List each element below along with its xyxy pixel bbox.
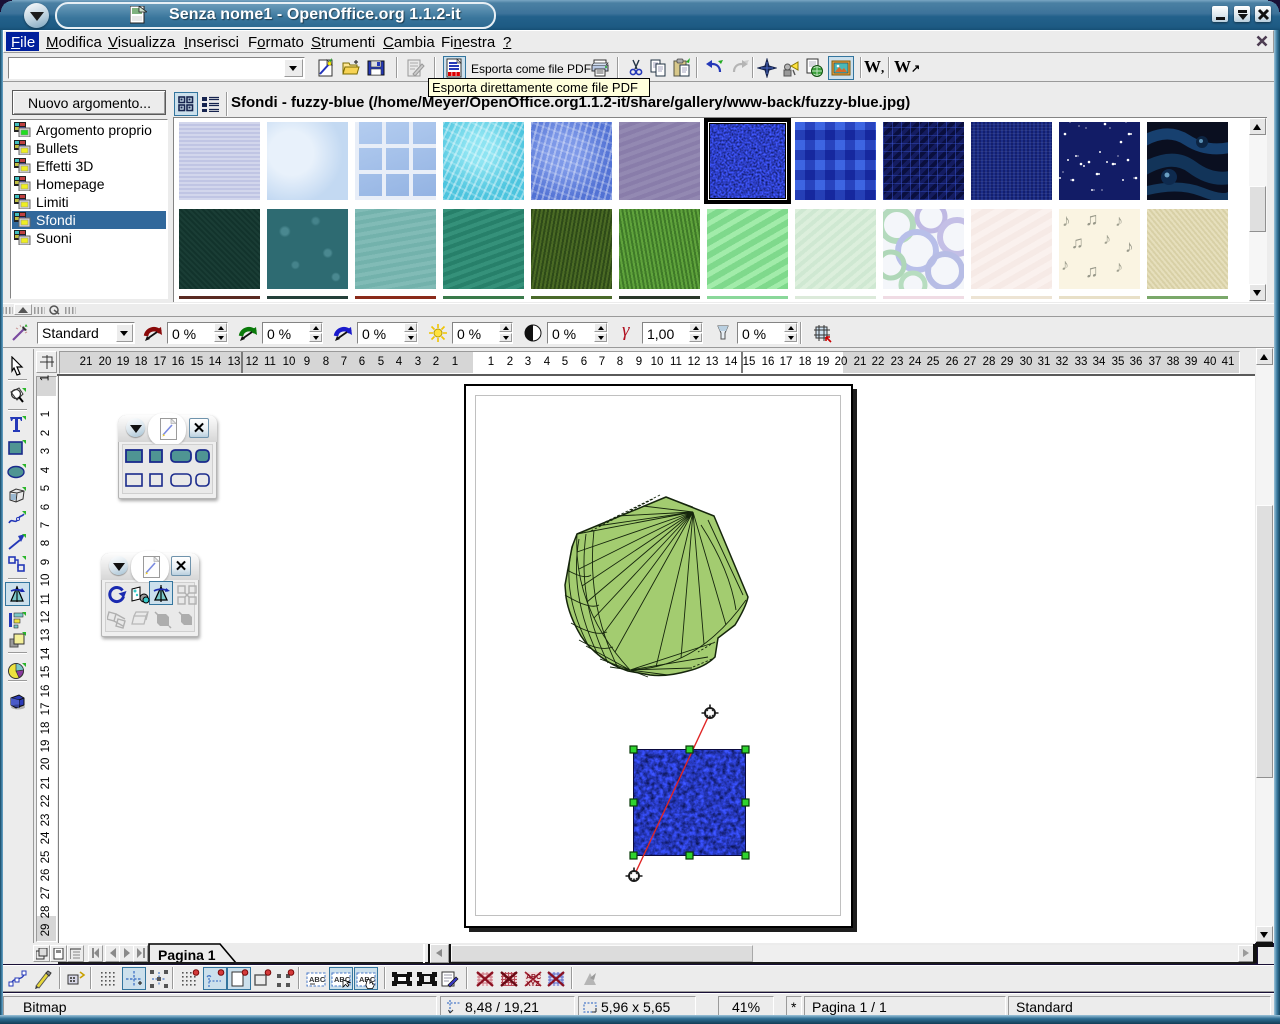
svg-text:ABC: ABC	[309, 975, 326, 984]
svg-text:XYZ: XYZ	[526, 981, 540, 988]
svg-text:ABC: ABC	[526, 974, 541, 981]
